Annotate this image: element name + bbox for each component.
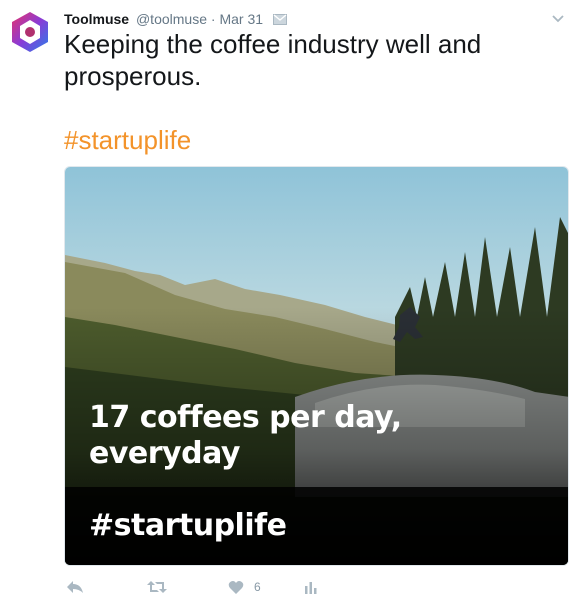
overlay-caption-line: everyday (89, 436, 240, 471)
retweet-button[interactable] (146, 578, 168, 596)
tweet-header: Toolmuse @toolmuse · Mar 31 (64, 10, 569, 28)
reply-icon (67, 581, 83, 593)
like-button[interactable]: 6 (228, 578, 261, 596)
author-name[interactable]: Toolmuse (64, 11, 129, 27)
envelope-icon[interactable] (272, 11, 287, 29)
avatar[interactable] (8, 10, 52, 54)
retweet-icon (147, 581, 167, 593)
toolmuse-logo-icon (12, 12, 48, 52)
reply-button[interactable] (66, 578, 84, 596)
author-handle[interactable]: @toolmuse (136, 11, 207, 27)
overlay-hashtag: #startuplife (89, 508, 287, 543)
timestamp[interactable]: Mar 31 (219, 11, 263, 27)
like-count: 6 (254, 580, 261, 594)
tweet-text-line: prosperous. (64, 61, 202, 91)
hashtag-link[interactable]: #startuplife (64, 124, 191, 156)
separator: · (210, 11, 216, 27)
tweet-text-line: Keeping the coffee industry well and (64, 29, 482, 59)
analytics-button[interactable] (304, 578, 318, 596)
analytics-icon (305, 582, 317, 594)
tweet-text: Keeping the coffee industry well and pro… (64, 28, 564, 92)
heart-icon (228, 580, 244, 594)
tweet-actions: 6 (64, 578, 364, 598)
overlay-caption-line: 17 coffees per day, (89, 400, 402, 435)
tweet-media-image[interactable]: 17 coffees per day, everyday #startuplif… (64, 166, 569, 566)
chevron-down-icon[interactable] (551, 12, 565, 26)
